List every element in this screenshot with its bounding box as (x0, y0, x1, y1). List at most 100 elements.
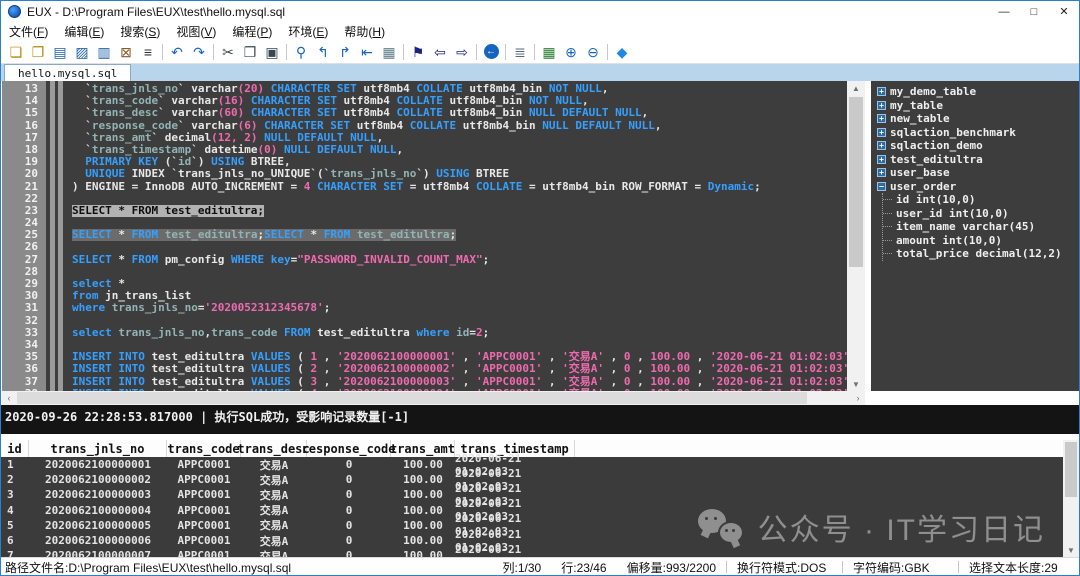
results-scroll-down-icon[interactable]: ▼ (1063, 543, 1079, 557)
menu-item-p[interactable]: 编程(P) (224, 23, 280, 40)
grid-icon[interactable]: ▦ (378, 42, 400, 62)
expand-icon[interactable]: + (877, 141, 886, 150)
editor-vscroll-thumb[interactable] (849, 97, 863, 267)
menu-item-h[interactable]: 帮助(H) (336, 23, 393, 40)
column-header-id[interactable]: id (1, 440, 29, 457)
column-header-response_code[interactable]: response_code (307, 440, 391, 457)
goto-line-icon[interactable]: ⇤ (356, 42, 378, 62)
cut-icon[interactable]: ✂ (217, 42, 239, 62)
column-header-trans_amt[interactable]: trans_amt (391, 440, 455, 457)
menu-item-s[interactable]: 搜索(S) (112, 23, 168, 40)
find-icon[interactable]: ⚲ (290, 42, 312, 62)
scroll-right-icon[interactable]: › (851, 391, 865, 405)
save-as-icon[interactable]: ▨ (71, 42, 93, 62)
wechat-icon (698, 507, 746, 547)
redo-icon[interactable]: ↷ (188, 42, 210, 62)
code-line[interactable]: 27SELECT * FROM pm_config WHERE key="PAS… (2, 254, 847, 266)
column-header-trans_jnls_no[interactable]: trans_jnls_no (29, 440, 167, 457)
line-number: 32 (2, 315, 46, 327)
tree-item-user_order[interactable]: −user_order (877, 180, 1080, 194)
copy-icon[interactable]: ❐ (239, 42, 261, 62)
tree-item-test_editultra[interactable]: + test_editultra (877, 153, 1080, 167)
save-icon[interactable]: ▤ (49, 42, 71, 62)
cell-trans_jnls_no: 2020062100000002 (29, 472, 167, 487)
editor-hscroll-thumb[interactable] (17, 392, 807, 404)
bookmark-icon[interactable]: ⚑ (407, 42, 429, 62)
line-number: 21 (2, 181, 46, 193)
code-line[interactable]: 33select trans_jnls_no,trans_code FROM t… (2, 327, 847, 339)
zoom-out-icon[interactable]: ⊖ (582, 42, 604, 62)
tree-item-sqlaction_benchmark[interactable]: +sqlaction_benchmark (877, 126, 1080, 140)
new-file-icon[interactable]: ❏ (5, 42, 27, 62)
find-next-icon[interactable]: ↱ (334, 42, 356, 62)
tree-column-item[interactable]: user_id int(10,0) (883, 207, 1080, 221)
cell-trans_desc: 交易A (241, 503, 307, 518)
collapse-icon[interactable]: − (877, 182, 886, 191)
outline-icon[interactable]: ≡ (137, 42, 159, 62)
scroll-up-icon[interactable]: ▲ (847, 81, 865, 95)
menu-item-e[interactable]: 编辑(E) (56, 23, 112, 40)
tree-column-item[interactable]: amount int(10,0) (883, 234, 1080, 248)
expand-icon[interactable]: + (877, 87, 886, 96)
tree-item-my_demo_table[interactable]: +my_demo_table (877, 85, 1080, 99)
code-editor[interactable]: 13 `trans_jnls_no` varchar(20) CHARACTER… (2, 81, 847, 391)
tree-item-user_base[interactable]: +user_base (877, 166, 1080, 180)
tree-column-item[interactable]: total_price decimal(12,2) (883, 247, 1080, 261)
app-icon (8, 5, 21, 18)
close-button[interactable]: ✕ (1049, 1, 1079, 22)
cell-trans_amt: 100.00 (391, 457, 455, 472)
results-vertical-scrollbar[interactable]: ▼ (1063, 440, 1079, 557)
code-line[interactable]: 25SELECT * FROM test_editultra;SELECT * … (2, 229, 847, 241)
code-line[interactable]: 31where trans_jnls_no='2020052312345678'… (2, 302, 847, 314)
expand-icon[interactable]: + (877, 114, 886, 123)
menu-item-e[interactable]: 环境(E) (280, 23, 336, 40)
column-header-trans_desc[interactable]: trans_desc (241, 440, 307, 457)
database-tree-panel: +my_demo_table+my_table+new_table+sqlact… (871, 81, 1080, 391)
cell-response_code: 0 (307, 533, 391, 548)
scroll-left-icon[interactable]: ‹ (2, 391, 16, 405)
find-prev-icon[interactable]: ↰ (312, 42, 334, 62)
expand-icon[interactable]: + (877, 101, 886, 110)
paste-icon[interactable]: ▣ (261, 42, 283, 62)
column-header-trans_code[interactable]: trans_code (167, 440, 241, 457)
tree-column-item[interactable]: item_name varchar(45) (883, 220, 1080, 234)
expand-icon[interactable]: + (877, 168, 886, 177)
next-bookmark-icon[interactable]: ⇨ (451, 42, 473, 62)
line-numbers-icon[interactable]: ≣ (509, 42, 531, 62)
tree-item-sqlaction_demo[interactable]: +sqlaction_demo (877, 139, 1080, 153)
results-vscroll-thumb[interactable] (1065, 442, 1077, 497)
zoom-in-icon[interactable]: ⊕ (560, 42, 582, 62)
tree-column-item[interactable]: id int(10,0) (883, 193, 1080, 207)
editor-horizontal-scrollbar[interactable]: ‹ › (2, 391, 865, 405)
code-line[interactable]: 21 ) ENGINE = InnoDB AUTO_INCREMENT = 4 C… (2, 181, 847, 193)
tree-item-my_table[interactable]: +my_table (877, 99, 1080, 113)
code-text: ) ENGINE = InnoDB AUTO_INCREMENT = 4 CHA… (72, 181, 761, 193)
cell-trans_code: APPC0001 (167, 487, 241, 502)
tab-hello-mysql-sql[interactable]: hello.mysql.sql (4, 64, 131, 81)
tree-column-label: total_price decimal(12,2) (896, 247, 1062, 260)
editor-vertical-scrollbar[interactable]: ▲ ▼ (847, 81, 865, 391)
tree-item-new_table[interactable]: +new_table (877, 112, 1080, 126)
export-excel-icon[interactable]: ▦ (538, 42, 560, 62)
compile-icon[interactable]: ◆ (611, 42, 633, 62)
scroll-down-icon[interactable]: ▼ (847, 377, 865, 391)
tree-item-label: test_editultra (890, 153, 983, 166)
close-file-icon[interactable]: ⊠ (115, 42, 137, 62)
prev-bookmark-icon[interactable]: ⇦ (429, 42, 451, 62)
expand-icon[interactable]: + (877, 128, 886, 137)
save-all-icon[interactable]: ▥ (93, 42, 115, 62)
menu-item-v[interactable]: 视图(V) (168, 23, 224, 40)
expand-icon[interactable]: + (877, 155, 886, 164)
maximize-button[interactable]: □ (1019, 1, 1049, 22)
cell-trans_amt: 100.00 (391, 533, 455, 548)
results-grid: idtrans_jnls_notrans_codetrans_descrespo… (1, 440, 1079, 557)
table-row[interactable]: 72020062100000007APPC0001交易A0100.002020-… (1, 548, 1079, 557)
line-number: 22 (2, 193, 46, 205)
undo-icon[interactable]: ↶ (166, 42, 188, 62)
navigate-back-icon[interactable]: ← (480, 42, 502, 62)
code-line[interactable]: 28 (2, 266, 847, 278)
open-file-icon[interactable]: ❐ (27, 42, 49, 62)
minimize-button[interactable]: — (989, 1, 1019, 22)
menu-item-f[interactable]: 文件(F) (1, 23, 56, 40)
code-line[interactable]: 23SELECT * FROM test_editultra; (2, 205, 847, 217)
